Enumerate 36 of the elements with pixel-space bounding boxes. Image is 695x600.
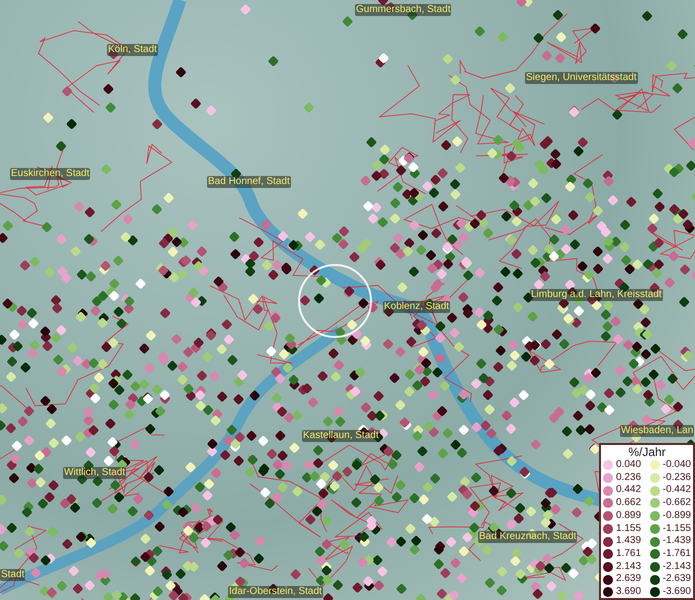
legend-value: 0.899: [616, 510, 642, 523]
place-label: Wiesbaden, Lan: [620, 425, 694, 437]
legend-value: -1.439: [662, 535, 691, 548]
legend-value: -1.155: [662, 522, 691, 536]
place-label: Bad Kreuznach, Stadt: [478, 531, 578, 543]
place-label: Bad Honnef, Stadt: [207, 176, 291, 188]
legend-value: 0.442: [616, 484, 642, 498]
place-label: Wittlich, Stadt: [63, 467, 126, 479]
legend-value: 1.761: [616, 548, 642, 561]
place-label: Limburg a.d. Lahn, Kreisstadt: [530, 289, 663, 301]
place-label: Kastellaun, Stadt: [302, 430, 380, 442]
place-label: Koblenz, Stadt: [383, 301, 450, 313]
legend-title: %/Jahr: [627, 445, 667, 459]
legend-value: -0.236: [662, 472, 691, 484]
legend-value: 2.639: [616, 573, 642, 586]
legend-value: 0.236: [616, 472, 642, 484]
legend-value: -0.899: [662, 510, 691, 523]
place-label: Euskirchen, Stadt: [10, 168, 90, 180]
legend-value: 0.040: [616, 459, 642, 472]
legend-value: 1.155: [616, 522, 642, 536]
legend-value: -2.639: [662, 573, 691, 586]
legend-value: 0.662: [616, 497, 642, 510]
legend-value: 3.690: [616, 586, 642, 599]
legend-value: -0.040: [662, 459, 691, 472]
place-label: Köln, Stadt: [107, 44, 158, 56]
legend-value: 2.143: [616, 560, 642, 574]
place-label: Siegen, Universitätsstadt: [525, 72, 638, 84]
legend-value: -2.143: [662, 560, 691, 574]
legend-value: -3.690: [662, 586, 691, 599]
legend-value: 1.439: [616, 535, 642, 548]
legend-value: -0.442: [662, 484, 691, 498]
legend-value: -0.662: [662, 497, 691, 510]
place-label: Gummersbach, Stadt: [355, 4, 452, 16]
legend-value: -1.761: [662, 548, 691, 561]
place-label: Stadt: [0, 569, 26, 581]
place-label: Idar-Oberstein, Stadt: [228, 586, 323, 598]
